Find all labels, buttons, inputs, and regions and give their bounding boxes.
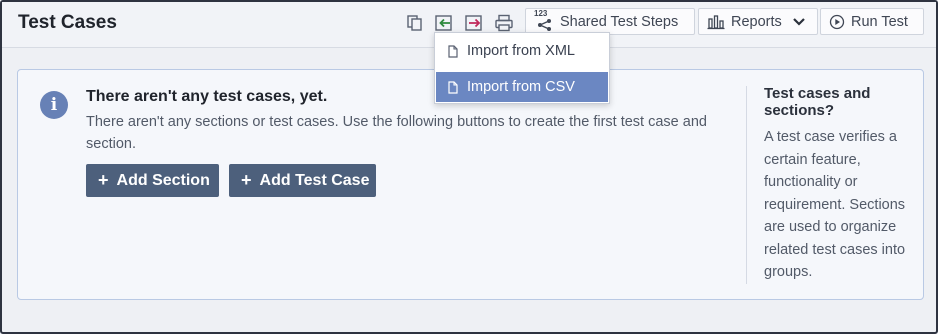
play-circle-icon xyxy=(829,14,845,29)
copy-icon[interactable] xyxy=(404,12,426,34)
add-section-label: Add Section xyxy=(116,171,210,189)
bar-chart-icon xyxy=(707,14,725,29)
shared-test-steps-label: Shared Test Steps xyxy=(560,13,679,30)
help-text: A test case verifies a certain feature, … xyxy=(764,129,906,280)
print-icon[interactable] xyxy=(493,12,515,34)
chevron-down-icon xyxy=(793,17,805,26)
file-icon xyxy=(448,80,458,94)
run-test-button[interactable]: Run Test xyxy=(820,8,924,35)
divider xyxy=(746,86,747,284)
import-from-csv-item[interactable]: Import from CSV xyxy=(436,72,608,102)
import-from-xml-label: Import from XML xyxy=(467,43,575,59)
help-title: Test cases and sections? xyxy=(764,85,871,119)
shared-test-steps-button[interactable]: 123 Shared Test Steps xyxy=(525,8,695,35)
reports-button[interactable]: Reports xyxy=(698,8,818,35)
run-test-label: Run Test xyxy=(851,13,908,30)
reports-label: Reports xyxy=(731,13,782,30)
shared-steps-icon: 123 xyxy=(534,9,554,32)
add-test-case-label: Add Test Case xyxy=(259,171,370,189)
import-from-xml-item[interactable]: Import from XML xyxy=(436,36,608,66)
page-title: Test Cases xyxy=(18,12,117,33)
add-test-case-button[interactable]: + Add Test Case xyxy=(229,164,376,197)
import-from-csv-label: Import from CSV xyxy=(467,79,575,95)
info-icon: i xyxy=(40,91,68,119)
empty-state-title: There aren't any test cases, yet. xyxy=(86,88,328,105)
import-icon[interactable] xyxy=(433,12,455,34)
plus-icon: + xyxy=(98,170,109,190)
empty-state-description: There aren't any sections or test cases.… xyxy=(86,114,707,152)
file-icon xyxy=(448,44,458,58)
add-section-button[interactable]: + Add Section xyxy=(86,164,219,197)
plus-icon: + xyxy=(241,170,252,190)
import-dropdown-menu: Import from XML Import from CSV xyxy=(434,32,610,104)
export-icon[interactable] xyxy=(463,12,485,34)
